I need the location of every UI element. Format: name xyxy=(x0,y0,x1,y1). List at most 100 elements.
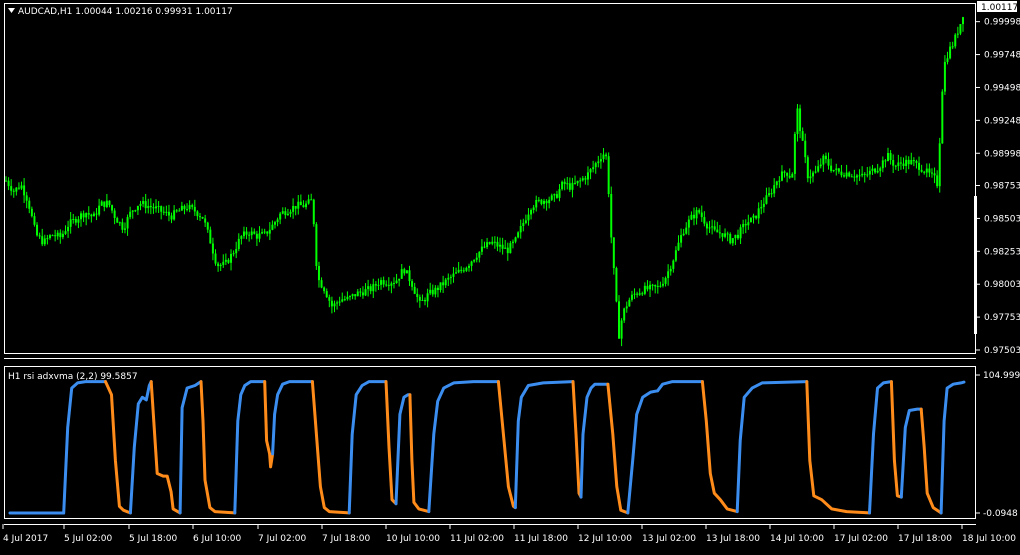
candle-body xyxy=(111,205,114,211)
candle-body xyxy=(796,108,799,134)
candle-body xyxy=(912,160,915,162)
candle-body xyxy=(519,226,522,233)
candle-body xyxy=(400,269,403,279)
candle-body xyxy=(69,219,72,227)
candle-body xyxy=(620,320,623,339)
candle-body xyxy=(667,271,670,279)
candle-body xyxy=(677,242,680,251)
candle-body xyxy=(364,289,367,296)
candle-body xyxy=(206,222,209,230)
candle-body xyxy=(726,233,729,235)
candle-body xyxy=(431,289,434,295)
candle-body xyxy=(524,220,527,223)
indicator-title: H1 rsi adxvma (2,2) 99.5857 xyxy=(8,372,138,382)
candle-body xyxy=(390,283,393,286)
candle-body xyxy=(328,297,331,301)
candle-body xyxy=(436,287,439,291)
price-axis-label: 0.98253 xyxy=(984,247,1020,257)
candle-body xyxy=(845,172,848,177)
candle-body xyxy=(773,185,776,194)
price-axis-label: 0.98003 xyxy=(984,280,1020,290)
candle-body xyxy=(473,259,476,262)
candle-body xyxy=(186,209,189,211)
candle-body xyxy=(385,284,388,286)
candle-body xyxy=(641,293,644,295)
candle-body xyxy=(579,180,582,182)
candle-body xyxy=(325,291,328,298)
candle-body xyxy=(310,199,313,201)
candle-body xyxy=(30,208,33,217)
candle-body xyxy=(718,232,721,234)
candle-body xyxy=(418,296,421,301)
candle-body xyxy=(630,294,633,300)
candle-body xyxy=(705,223,708,229)
candle-body xyxy=(907,159,910,165)
candle-body xyxy=(615,268,618,302)
candle-body xyxy=(320,280,323,288)
candle-body xyxy=(680,235,683,243)
candle-body xyxy=(876,170,879,173)
candle-body xyxy=(555,194,558,198)
candle-body xyxy=(180,205,183,211)
candle-body xyxy=(240,236,243,239)
candle-body xyxy=(178,210,181,212)
price-axis-label: 0.99998 xyxy=(984,18,1020,28)
candle-body xyxy=(768,193,771,196)
candle-body xyxy=(868,170,871,175)
candle-body xyxy=(105,200,108,207)
candle-body xyxy=(780,171,783,181)
candle-body xyxy=(116,217,119,223)
candle-body xyxy=(15,187,18,192)
candle-body xyxy=(165,211,168,213)
candle-body xyxy=(506,247,509,254)
candle-body xyxy=(809,176,812,179)
candle-body xyxy=(356,291,359,297)
candle-body xyxy=(894,165,897,167)
candle-body xyxy=(636,293,639,295)
candle-body xyxy=(946,58,949,62)
candle-body xyxy=(491,241,494,244)
candle-body xyxy=(602,154,605,160)
candle-body xyxy=(349,296,352,298)
price-scale-marker[interactable] xyxy=(974,196,977,334)
candle-body xyxy=(248,234,251,236)
candle-body xyxy=(501,244,504,249)
chart-canvas[interactable]: AUDCAD,H1 1.00044 1.00216 0.99931 1.0011… xyxy=(0,0,1020,551)
candle-body xyxy=(612,237,615,269)
candle-body xyxy=(814,171,817,173)
candle-body xyxy=(380,280,383,285)
candle-body xyxy=(584,178,587,180)
price-axis-label: 0.98998 xyxy=(984,149,1020,159)
candle-body xyxy=(530,209,533,215)
trading-chart-window[interactable]: AUDCAD,H1 1.00044 1.00216 0.99931 1.0011… xyxy=(0,0,1020,551)
candle-body xyxy=(294,205,297,209)
candle-body xyxy=(219,264,222,267)
candle-body xyxy=(749,217,752,223)
candle-body xyxy=(804,140,807,158)
candle-body xyxy=(811,172,814,177)
price-axis-label: 0.98753 xyxy=(984,182,1020,192)
candle-body xyxy=(175,210,178,212)
time-axis-label: 17 Jul 18:00 xyxy=(898,534,952,544)
candle-body xyxy=(100,201,103,206)
time-axis-label: 13 Jul 18:00 xyxy=(706,534,760,544)
candle-body xyxy=(649,284,652,290)
candle-body xyxy=(403,269,406,274)
candle-body xyxy=(832,169,835,171)
candle-body xyxy=(817,166,820,172)
candle-body xyxy=(74,219,77,223)
candle-body xyxy=(333,303,336,307)
candle-body xyxy=(843,175,846,177)
candle-body xyxy=(786,172,789,176)
candle-body xyxy=(429,289,432,294)
candle-body xyxy=(858,175,861,177)
candle-body xyxy=(346,296,349,300)
candle-body xyxy=(77,219,80,223)
candle-body xyxy=(302,205,305,208)
candle-body xyxy=(659,285,662,287)
candle-body xyxy=(7,180,10,187)
candle-body xyxy=(369,286,372,292)
candle-body xyxy=(509,243,512,254)
candle-body xyxy=(915,161,918,163)
candle-body xyxy=(654,284,657,287)
